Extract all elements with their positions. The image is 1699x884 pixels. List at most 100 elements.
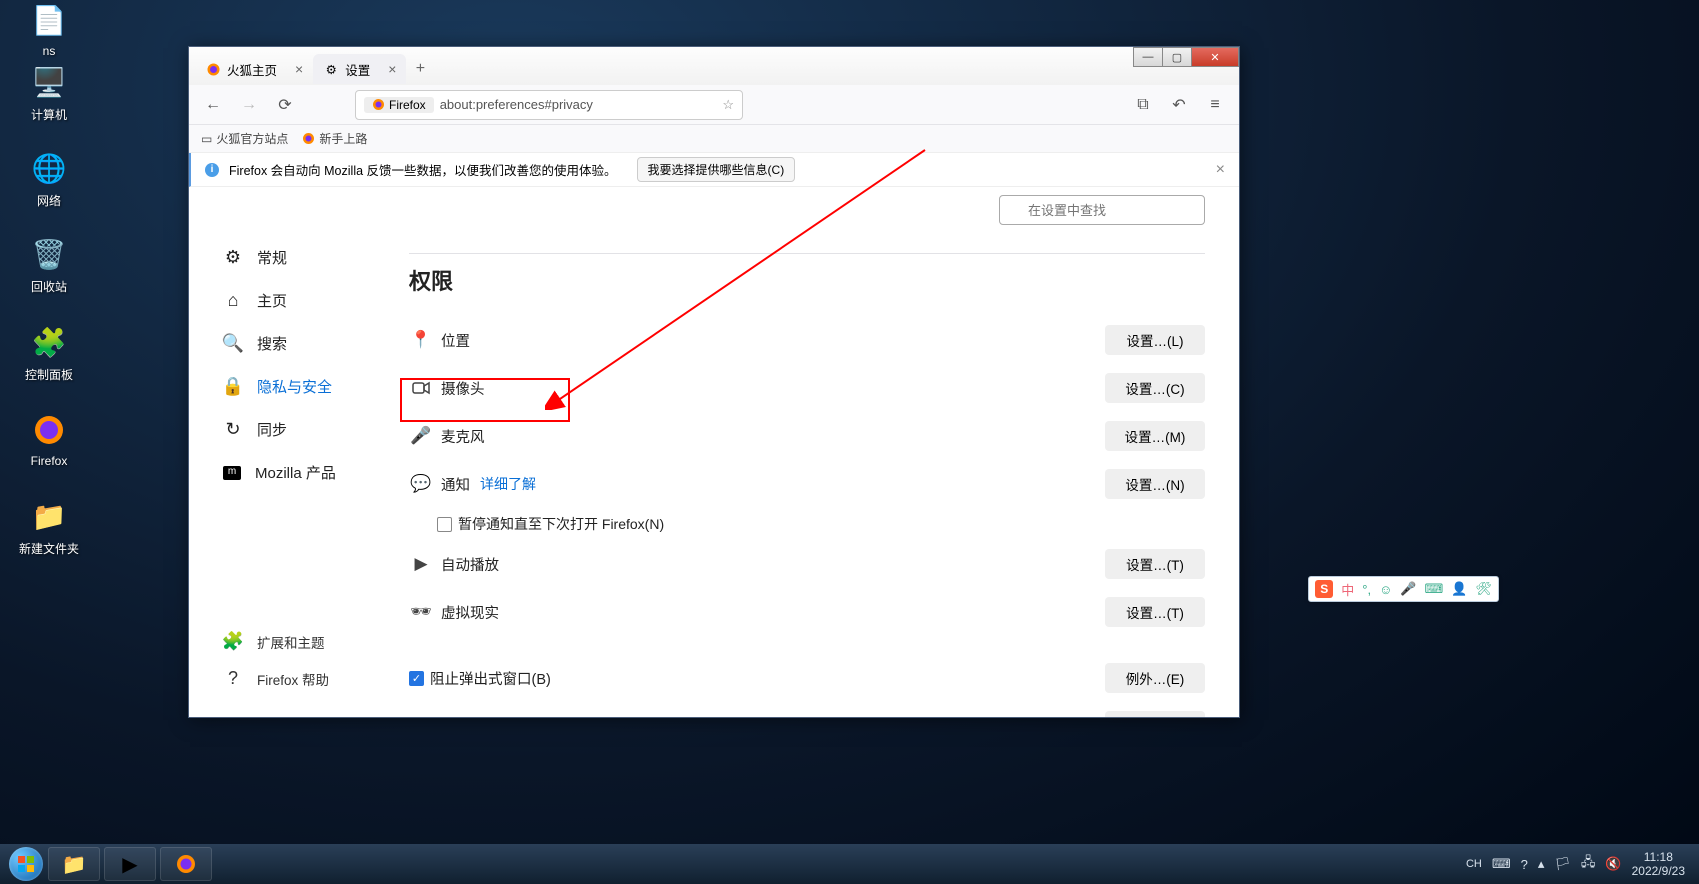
exceptions-button-popups[interactable]: 例外…(E) — [1105, 663, 1205, 693]
desktop-icon-new-folder[interactable]: 📁 新建文件夹 — [14, 496, 84, 557]
computer-icon: 🖥️ — [29, 62, 69, 102]
undo-icon[interactable]: ↶ — [1165, 91, 1193, 119]
perm-label: 位置 — [441, 330, 470, 351]
sidebar-item-help[interactable]: ? Firefox 帮助 — [213, 660, 399, 697]
autoplay-icon: ▶ — [409, 554, 433, 574]
tray-volume-icon[interactable]: 🔇 — [1605, 856, 1621, 872]
perm-label: 摄像头 — [441, 378, 485, 399]
sidebar-item-mozilla-products[interactable]: m Mozilla 产品 — [213, 452, 399, 493]
notice-choose-button[interactable]: 我要选择提供哪些信息(C) — [637, 157, 796, 182]
new-tab-button[interactable]: + — [406, 55, 434, 83]
divider — [409, 253, 1205, 254]
close-icon[interactable]: × — [388, 61, 396, 77]
taskbar-mediaplayer[interactable]: ▶ — [104, 847, 156, 881]
tab-label: 火狐主页 — [227, 60, 277, 79]
close-icon[interactable]: × — [295, 61, 303, 77]
sidebar-item-extensions[interactable]: 🧩 扩展和主题 — [213, 623, 399, 660]
desktop-icon-label: 计算机 — [14, 106, 84, 123]
bookmark-getting-started[interactable]: 新手上路 — [302, 130, 367, 147]
desktop-icon-label: ns — [14, 44, 84, 58]
maximize-button[interactable]: ▢ — [1162, 47, 1192, 67]
sidebar-item-home[interactable]: ⌂ 主页 — [213, 280, 399, 321]
desktop-icon-label: Firefox — [14, 454, 84, 468]
perm-settings-button-location[interactable]: 设置…(L) — [1105, 325, 1205, 355]
tray-flag-icon[interactable]: 🏳 — [1554, 856, 1571, 872]
bookmark-label: 火狐官方站点 — [216, 130, 288, 147]
ime-toolbar[interactable]: S 中 °, ☺ 🎤 ⌨ 👤 🛠 — [1308, 576, 1499, 602]
desktop-icon-control-panel[interactable]: 🧩 控制面板 — [14, 322, 84, 383]
perm-label: 自动播放 — [441, 554, 499, 575]
tray-keyboard-icon[interactable]: ⌨ — [1492, 856, 1511, 872]
bookmark-label: 新手上路 — [319, 130, 367, 147]
microphone-icon: 🎤 — [409, 426, 433, 446]
tab-homepage[interactable]: 火狐主页 × — [195, 54, 313, 84]
bookmark-official-site[interactable]: ▭ 火狐官方站点 — [201, 130, 288, 147]
sidebar-item-label: 隐私与安全 — [257, 376, 332, 397]
checkbox-label: 阻止弹出式窗口(B) — [430, 668, 551, 689]
ime-voice-icon[interactable]: 🎤 — [1400, 581, 1416, 597]
desktop-icon-computer[interactable]: 🖥️ 计算机 — [14, 62, 84, 123]
desktop-icon-label: 网络 — [14, 192, 84, 209]
titlebar[interactable]: 火狐主页 × ⚙ 设置 × + — ▢ ✕ — [189, 47, 1239, 85]
forward-button: → — [235, 91, 263, 119]
checkbox-label: 当网站尝试安装附加组件时警告您(W) — [430, 716, 671, 718]
tab-settings[interactable]: ⚙ 设置 × — [313, 54, 406, 84]
back-button[interactable]: ← — [199, 91, 227, 119]
settings-content: ⚙ 常规 ⌂ 主页 🔍 搜索 🔒 隐私与安全 ↻ 同步 m Mozilla 产品 — [189, 187, 1239, 717]
sidebar-item-label: 扩展和主题 — [257, 632, 325, 652]
tray-help-icon[interactable]: ? — [1521, 857, 1528, 872]
notice-text: Firefox 会自动向 Mozilla 反馈一些数据，以便我们改善您的使用体验… — [229, 160, 617, 179]
start-button[interactable] — [6, 844, 46, 884]
perm-settings-button-camera[interactable]: 设置…(C) — [1105, 373, 1205, 403]
desktop-icon-ns[interactable]: 📄 ns — [14, 0, 84, 58]
sidebar-item-general[interactable]: ⚙ 常规 — [213, 237, 399, 278]
close-icon[interactable]: × — [1216, 161, 1225, 179]
perm-settings-button-microphone[interactable]: 设置…(M) — [1105, 421, 1205, 451]
ime-language[interactable]: 中 — [1341, 580, 1354, 599]
desktop-icon-recycle[interactable]: 🗑️ 回收站 — [14, 234, 84, 295]
perm-row-notifications: 💬 通知 详细了解 设置…(N) — [409, 460, 1215, 508]
desktop-icon-label: 控制面板 — [14, 366, 84, 383]
control-panel-icon: 🧩 — [29, 322, 69, 362]
tray-language[interactable]: CH — [1466, 858, 1482, 870]
perm-settings-button-vr[interactable]: 设置…(T) — [1105, 597, 1205, 627]
ime-settings-icon[interactable]: 🛠 — [1475, 581, 1492, 597]
screenshot-icon[interactable]: ⧉ — [1129, 91, 1157, 119]
close-button[interactable]: ✕ — [1191, 47, 1239, 67]
perm-settings-button-autoplay[interactable]: 设置…(T) — [1105, 549, 1205, 579]
taskbar-explorer[interactable]: 📁 — [48, 847, 100, 881]
ime-punct-icon[interactable]: °, — [1362, 582, 1371, 597]
ime-emoji-icon[interactable]: ☺ — [1379, 582, 1392, 597]
mozilla-icon: m — [223, 466, 241, 480]
learn-more-link[interactable]: 详细了解 — [480, 474, 536, 494]
ime-user-icon[interactable]: 👤 — [1451, 581, 1467, 597]
checkbox-checked[interactable]: ✓ — [409, 671, 424, 686]
menu-icon[interactable]: ≡ — [1201, 91, 1229, 119]
checkbox-label: 暂停通知直至下次打开 Firefox(N) — [458, 514, 664, 534]
sidebar-item-search[interactable]: 🔍 搜索 — [213, 323, 399, 364]
toolbar: ← → ⟳ Firefox about:preferences#privacy … — [189, 85, 1239, 125]
bookmark-star-icon[interactable]: ☆ — [722, 97, 734, 113]
identity-pill[interactable]: Firefox — [364, 97, 434, 113]
sidebar-item-sync[interactable]: ↻ 同步 — [213, 409, 399, 450]
sidebar-item-label: Firefox 帮助 — [257, 669, 329, 689]
pause-notifications-checkbox-row[interactable]: 暂停通知直至下次打开 Firefox(N) — [409, 508, 1215, 540]
tray-clock[interactable]: 11:18 2022/9/23 — [1632, 850, 1685, 879]
address-bar[interactable]: Firefox about:preferences#privacy ☆ — [355, 90, 743, 120]
tray-chevron-up-icon[interactable]: ▴ — [1538, 856, 1545, 872]
tray-network-icon[interactable]: 🖧 — [1581, 853, 1596, 875]
ime-keyboard-icon[interactable]: ⌨ — [1425, 581, 1444, 597]
desktop-icon-network[interactable]: 🌐 网络 — [14, 148, 84, 209]
settings-search-input[interactable] — [999, 195, 1205, 225]
checkbox-unchecked[interactable] — [437, 517, 452, 532]
desktop-icon-firefox[interactable]: Firefox — [14, 410, 84, 468]
sidebar-item-label: 常规 — [257, 247, 287, 268]
reload-button[interactable]: ⟳ — [271, 91, 299, 119]
taskbar-firefox[interactable] — [160, 847, 212, 881]
warn-addons-row: ✓ 当网站尝试安装附加组件时警告您(W) 例外…(E) — [409, 702, 1215, 717]
minimize-button[interactable]: — — [1133, 47, 1163, 67]
exceptions-button-addons[interactable]: 例外…(E) — [1105, 711, 1205, 717]
perm-settings-button-notifications[interactable]: 设置…(N) — [1105, 469, 1205, 499]
desktop-icon-label: 回收站 — [14, 278, 84, 295]
sidebar-item-privacy[interactable]: 🔒 隐私与安全 — [213, 366, 399, 407]
